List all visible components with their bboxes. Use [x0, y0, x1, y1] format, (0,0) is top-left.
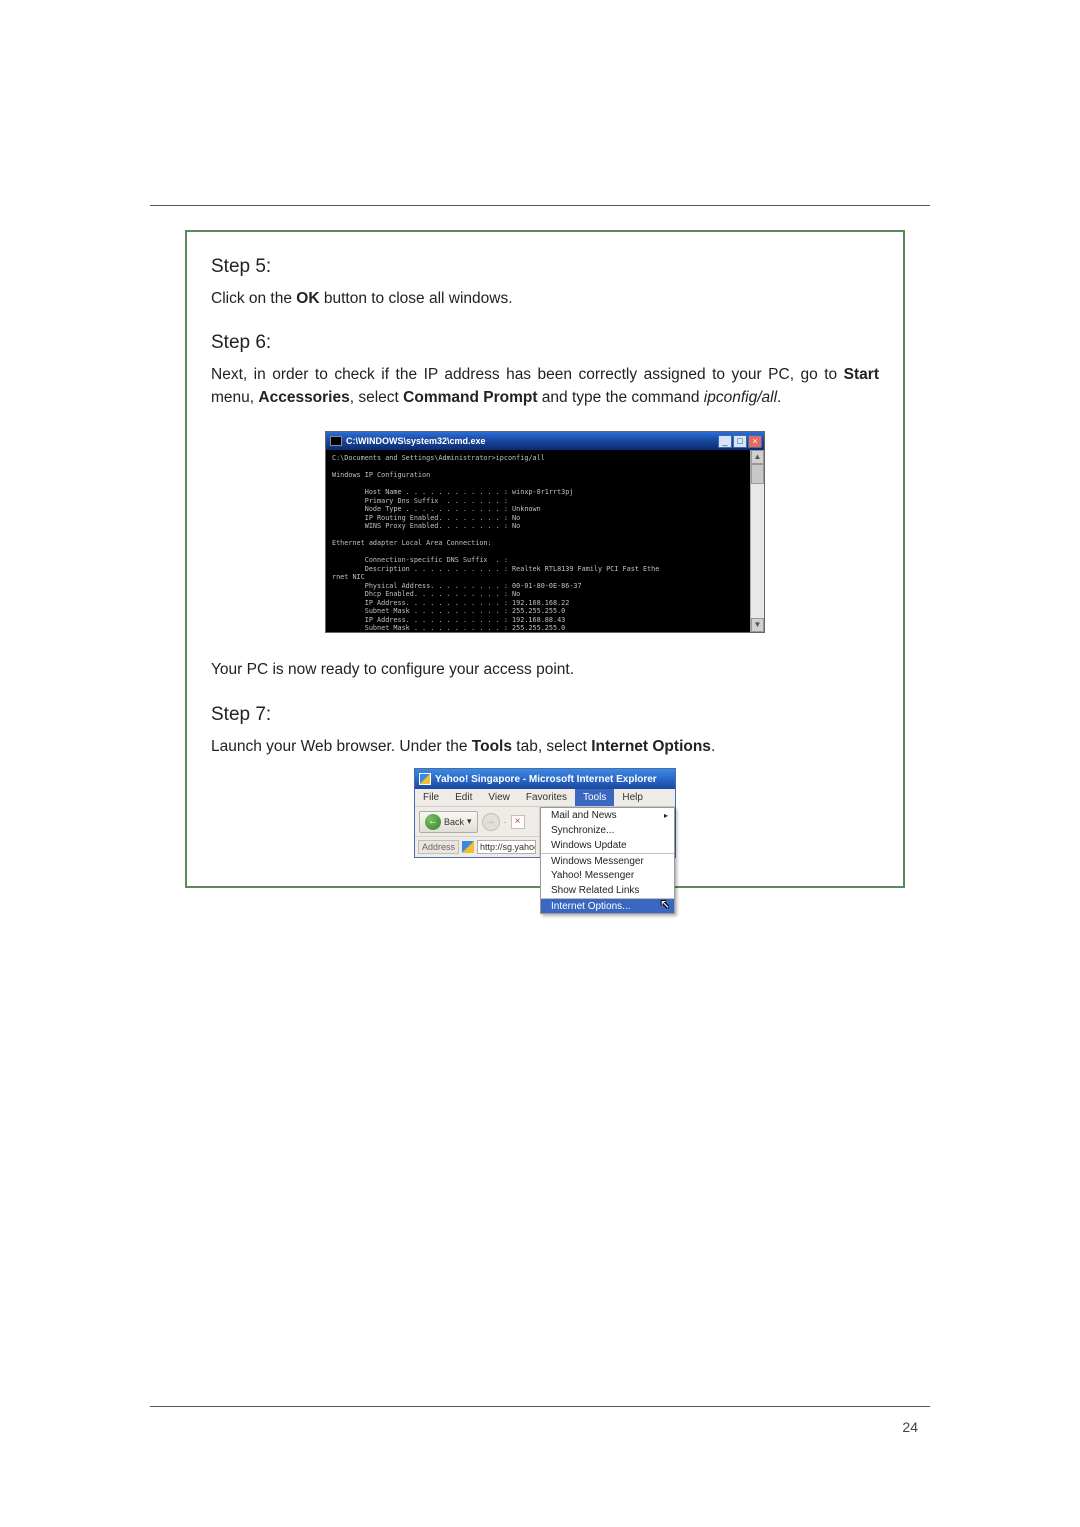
tools-dropdown: Mail and News ▸ Synchronize... Windows U…: [540, 807, 675, 914]
footer-rule: [150, 1406, 930, 1407]
dd-wu-label: Windows Update: [551, 840, 627, 851]
back-button[interactable]: ← Back ▾: [419, 811, 478, 833]
scroll-up-icon[interactable]: ▲: [751, 450, 764, 464]
ok-label: OK: [296, 290, 319, 307]
back-arrow-icon: ←: [425, 814, 441, 830]
dd-internet-options[interactable]: Internet Options... ↖: [541, 898, 674, 913]
step6-dot: .: [777, 389, 781, 406]
step7-dot: .: [711, 738, 715, 755]
menu-favorites[interactable]: Favorites: [518, 789, 575, 806]
menu-edit[interactable]: Edit: [447, 789, 480, 806]
close-button[interactable]: ×: [748, 435, 762, 448]
address-page-icon: [462, 841, 474, 853]
ie-body: ← Back ▾ → · × Address http://sg.yahoo.c…: [415, 807, 675, 857]
scroll-down-icon[interactable]: ▼: [751, 618, 764, 632]
accessories-label: Accessories: [258, 389, 349, 406]
ie-left-panel: ← Back ▾ → · × Address http://sg.yahoo.c…: [415, 807, 540, 857]
dd-sync-label: Synchronize...: [551, 825, 614, 836]
dd-mail-and-news[interactable]: Mail and News ▸: [541, 808, 674, 823]
dd-yahoo-messenger[interactable]: Yahoo! Messenger: [541, 868, 674, 883]
cmd-title-text: C:\WINDOWS\system32\cmd.exe: [346, 436, 486, 446]
cmd-icon: [330, 436, 342, 446]
instruction-box: Step 5: Click on the OK button to close …: [185, 230, 905, 888]
ie-address-bar: Address http://sg.yahoo.com: [415, 837, 539, 857]
forward-button[interactable]: →: [482, 813, 500, 831]
start-label: Start: [844, 366, 879, 383]
ie-menu-bar: File Edit View Favorites Tools Help: [415, 789, 675, 807]
cmd-body-wrap: C:\Documents and Settings\Administrator>…: [326, 450, 764, 632]
step5-pre: Click on the: [211, 290, 296, 307]
ie-title-bar: Yahoo! Singapore - Microsoft Internet Ex…: [415, 769, 675, 789]
address-input[interactable]: http://sg.yahoo.com: [477, 840, 536, 854]
step7-title: Step 7:: [211, 704, 879, 726]
maximize-button[interactable]: □: [733, 435, 747, 448]
step6-mid1: menu,: [211, 389, 258, 406]
step6-mid2: , select: [350, 389, 403, 406]
dd-mail-label: Mail and News: [551, 810, 617, 821]
back-dropdown-icon[interactable]: ▾: [467, 816, 472, 827]
scroll-thumb[interactable]: [751, 464, 764, 484]
step6-pre: Next, in order to check if the IP addres…: [211, 366, 844, 383]
stop-button[interactable]: ×: [511, 815, 525, 829]
commandprompt-label: Command Prompt: [403, 389, 537, 406]
dd-synchronize[interactable]: Synchronize...: [541, 823, 674, 838]
dd-windows-update[interactable]: Windows Update: [541, 838, 674, 853]
toolbar-sep: ·: [504, 817, 507, 827]
submenu-arrow-icon: ▸: [664, 811, 668, 820]
address-label: Address: [418, 840, 459, 854]
menu-file[interactable]: File: [415, 789, 447, 806]
step5-post: button to close all windows.: [320, 290, 513, 307]
ipconfig-text: ipconfig/all: [704, 389, 777, 406]
ie-toolbar: ← Back ▾ → · ×: [415, 807, 539, 837]
step6-post: and type the command: [538, 389, 704, 406]
scroll-track[interactable]: [751, 464, 764, 618]
cmd-scrollbar[interactable]: ▲ ▼: [750, 450, 764, 632]
step5-body: Click on the OK button to close all wind…: [211, 288, 879, 310]
internet-options-label: Internet Options: [591, 738, 711, 755]
header-rule: [150, 205, 930, 206]
cursor-icon: ↖: [660, 897, 670, 911]
back-label: Back: [444, 817, 464, 827]
menu-view[interactable]: View: [480, 789, 518, 806]
dd-windows-messenger[interactable]: Windows Messenger: [541, 853, 674, 868]
cmd-output: C:\Documents and Settings\Administrator>…: [326, 450, 750, 632]
ie-window: Yahoo! Singapore - Microsoft Internet Ex…: [414, 768, 676, 858]
cmd-window: C:\WINDOWS\system32\cmd.exe _ □ × C:\Doc…: [325, 431, 765, 633]
step5-title: Step 5:: [211, 256, 879, 278]
step7-body: Launch your Web browser. Under the Tools…: [211, 736, 879, 758]
dd-io-label: Internet Options...: [551, 901, 631, 912]
tools-label: Tools: [472, 738, 512, 755]
dd-ym-label: Yahoo! Messenger: [551, 870, 634, 881]
ie-icon: [419, 773, 431, 785]
dd-show-related-links[interactable]: Show Related Links: [541, 883, 674, 898]
ie-title-text: Yahoo! Singapore - Microsoft Internet Ex…: [435, 774, 657, 785]
ready-text: Your PC is now ready to configure your a…: [211, 659, 879, 681]
cmd-window-controls: _ □ ×: [718, 435, 762, 448]
page-number: 24: [902, 1419, 918, 1435]
cmd-title-left: C:\WINDOWS\system32\cmd.exe: [330, 436, 486, 446]
step6-body: Next, in order to check if the IP addres…: [211, 364, 879, 409]
dd-srl-label: Show Related Links: [551, 885, 639, 896]
menu-tools[interactable]: Tools: [575, 789, 614, 806]
step6-title: Step 6:: [211, 332, 879, 354]
cmd-title-bar: C:\WINDOWS\system32\cmd.exe _ □ ×: [326, 432, 764, 450]
ie-dropdown-area: Mail and News ▸ Synchronize... Windows U…: [540, 807, 670, 857]
step7-pre: Launch your Web browser. Under the: [211, 738, 472, 755]
step7-mid: tab, select: [512, 738, 591, 755]
document-page: Step 5: Click on the OK button to close …: [0, 0, 1080, 1527]
menu-help[interactable]: Help: [614, 789, 651, 806]
minimize-button[interactable]: _: [718, 435, 732, 448]
dd-wm-label: Windows Messenger: [551, 856, 644, 867]
